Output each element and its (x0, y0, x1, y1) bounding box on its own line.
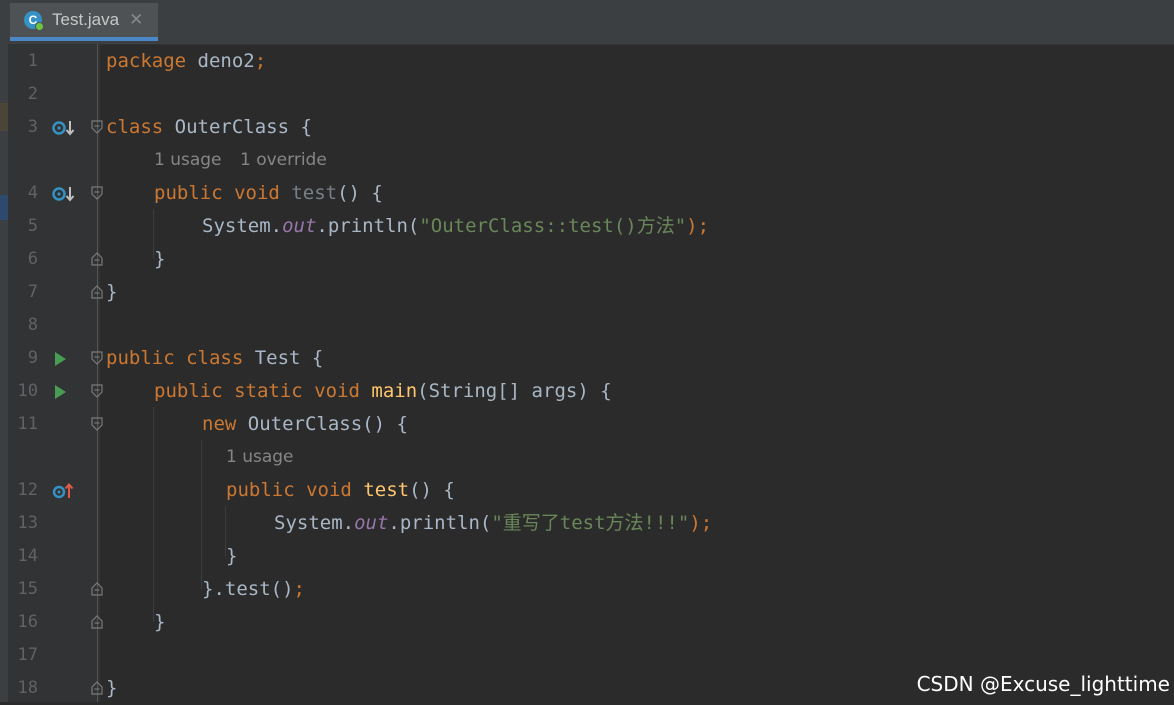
code-line: 1 package deno2; (8, 45, 1174, 78)
line-number: 15 (17, 579, 38, 599)
tab-test-java[interactable]: C Test.java ✕ (10, 3, 158, 41)
code-text: } (154, 248, 166, 270)
line-number: 16 (17, 612, 38, 632)
code-line: 12 public void test() { (8, 474, 1174, 507)
code-line: 2 (8, 78, 1174, 111)
override-hint[interactable]: 1 override (240, 144, 327, 177)
code-line: 5 System.out.println("OuterClass::test()… (8, 210, 1174, 243)
line-number: 8 (27, 315, 38, 335)
code-text: class OuterClass { (106, 116, 312, 138)
code-text: System.out.println("OuterClass::test()方法… (202, 215, 710, 237)
close-icon[interactable]: ✕ (129, 10, 143, 30)
line-number: 5 (27, 216, 38, 236)
usages-hint[interactable]: 1 usage (226, 441, 294, 474)
code-text: } (226, 545, 238, 567)
code-line: 9 public class Test { (8, 342, 1174, 375)
code-line: 10 public static void main(String[] args… (8, 375, 1174, 408)
strip-marker-active (0, 195, 8, 220)
tab-title: Test.java (52, 10, 120, 29)
fold-end-icon[interactable] (91, 681, 103, 695)
code-text: }.test(); (202, 578, 305, 600)
code-line: 14 } (8, 540, 1174, 573)
strip-marker (0, 103, 8, 131)
inlay-hint-row: 1 usage 1 override (8, 144, 1174, 177)
code-editor[interactable]: 1 package deno2; 2 3 class OuterClass { … (8, 44, 1174, 702)
line-number: 12 (17, 480, 38, 500)
code-line: 6 } (8, 243, 1174, 276)
line-number: 1 (27, 51, 38, 71)
class-file-icon: C (24, 11, 44, 31)
line-number: 13 (17, 513, 38, 533)
code-line: 17 (8, 639, 1174, 672)
fold-end-icon[interactable] (91, 285, 103, 299)
line-number: 7 (27, 282, 38, 302)
fold-icon[interactable] (91, 351, 103, 365)
code-text: public void test() { (226, 479, 455, 501)
code-text: public class Test { (106, 347, 324, 369)
watermark: CSDN @Excuse_lighttime (916, 672, 1170, 696)
line-number: 14 (17, 546, 38, 566)
code-text: } (106, 281, 118, 303)
fold-icon[interactable] (91, 186, 103, 200)
implemented-down-icon[interactable] (52, 177, 76, 210)
fold-icon[interactable] (91, 384, 103, 398)
code-text: package deno2; (106, 50, 267, 72)
overrides-up-icon[interactable] (52, 474, 76, 507)
code-text: } (154, 611, 166, 633)
code-line: 15 }.test(); (8, 573, 1174, 606)
code-line: 8 (8, 309, 1174, 342)
code-line: 7 } (8, 276, 1174, 309)
fold-end-icon[interactable] (91, 252, 103, 266)
code-text: System.out.println("重写了test方法!!!"); (274, 512, 713, 534)
fold-icon[interactable] (91, 417, 103, 431)
usages-hint[interactable]: 1 usage (154, 144, 222, 177)
line-number: 6 (27, 249, 38, 269)
code-text: public static void main(String[] args) { (154, 380, 612, 402)
code-text: public void test() { (154, 182, 383, 204)
run-icon[interactable] (52, 375, 68, 408)
code-line: 16 } (8, 606, 1174, 639)
line-number: 9 (27, 348, 38, 368)
left-tool-strip (0, 0, 8, 702)
line-number: 3 (27, 117, 38, 137)
inlay-hint-row: 1 usage (8, 441, 1174, 474)
editor-tab-bar: C Test.java ✕ (8, 0, 1174, 45)
code-line: 4 public void test() { (8, 177, 1174, 210)
code-line: 11 new OuterClass() { (8, 408, 1174, 441)
line-number: 17 (17, 645, 38, 665)
line-number: 11 (17, 414, 38, 434)
fold-end-icon[interactable] (91, 615, 103, 629)
line-number: 10 (17, 381, 38, 401)
code-line: 3 class OuterClass { (8, 111, 1174, 144)
fold-end-icon[interactable] (91, 582, 103, 596)
run-icon[interactable] (52, 342, 68, 375)
line-number: 4 (27, 183, 38, 203)
line-number: 18 (17, 678, 38, 698)
line-number: 2 (27, 84, 38, 104)
fold-icon[interactable] (91, 120, 103, 134)
code-text: new OuterClass() { (202, 413, 408, 435)
code-text: } (106, 677, 118, 699)
code-line: 13 System.out.println("重写了test方法!!!"); (8, 507, 1174, 540)
implemented-down-icon[interactable] (52, 111, 76, 144)
